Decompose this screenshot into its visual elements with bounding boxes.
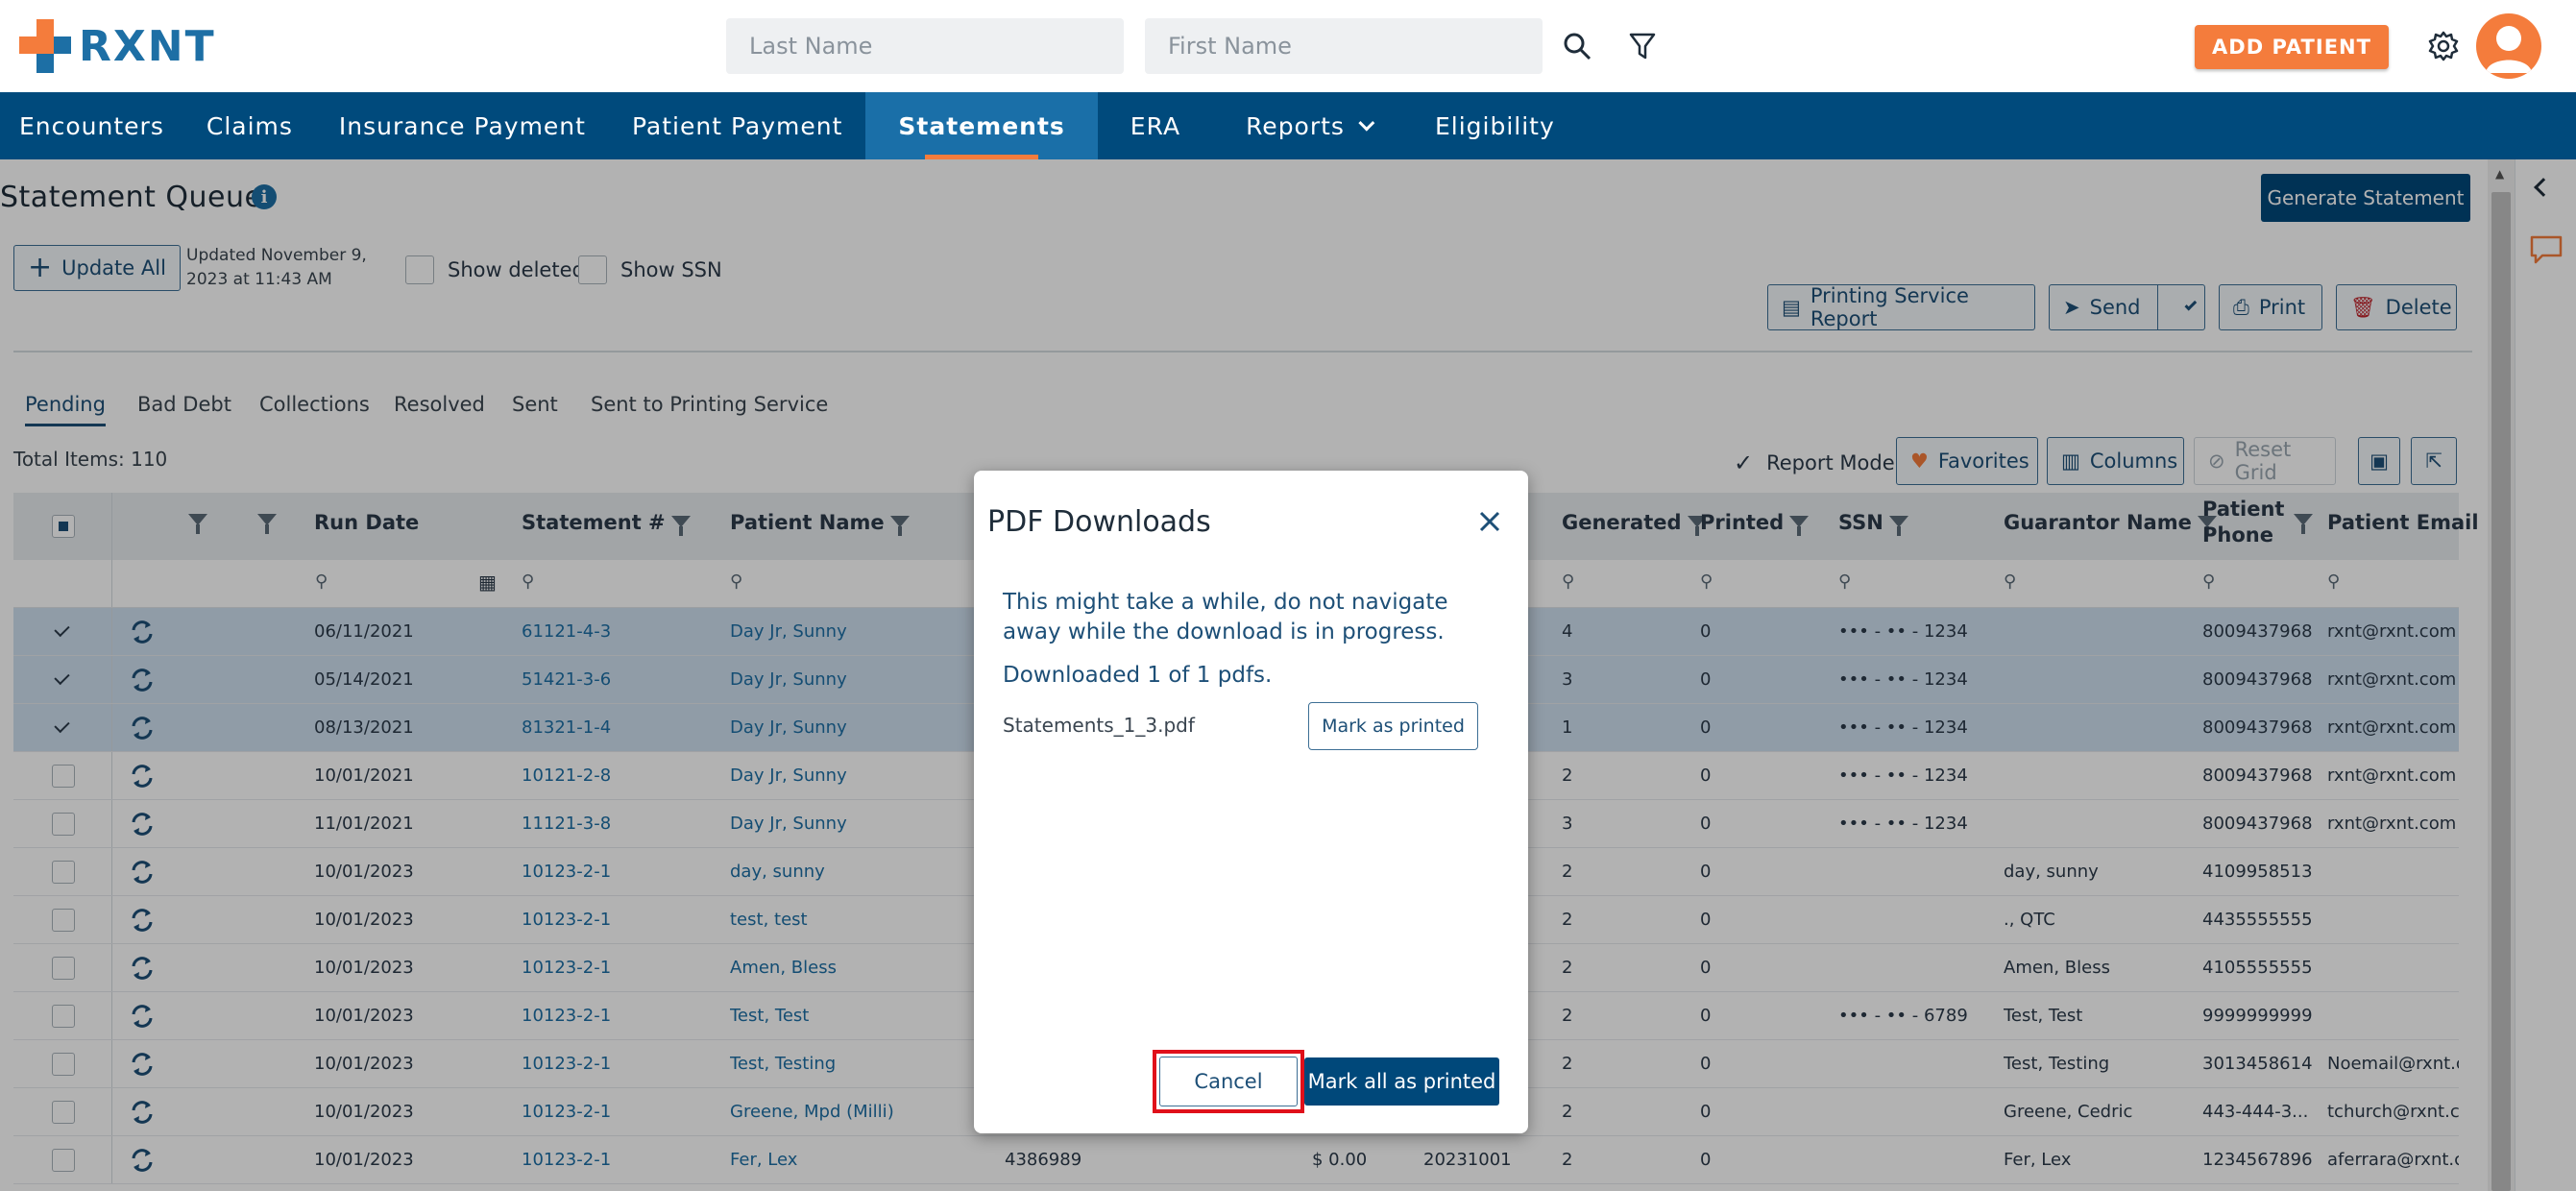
nav-claims[interactable]: Claims <box>183 92 316 159</box>
modal-message: This might take a while, do not navigate… <box>1003 590 1448 644</box>
main-nav: Encounters Claims Insurance Payment Pati… <box>0 92 2576 159</box>
nav-insurance-payment[interactable]: Insurance Payment <box>316 92 609 159</box>
nav-patient-payment[interactable]: Patient Payment <box>609 92 865 159</box>
nav-encounters[interactable]: Encounters <box>0 92 183 159</box>
download-progress: Downloaded 1 of 1 pdfs. <box>1003 663 1273 688</box>
nav-statements[interactable]: Statements <box>865 92 1098 159</box>
last-name-input[interactable] <box>726 18 1124 74</box>
add-patient-button[interactable]: ADD PATIENT <box>2195 25 2389 69</box>
logo-text: RXNT <box>79 21 216 71</box>
cancel-button[interactable]: Cancel <box>1159 1057 1298 1106</box>
top-bar: RXNT ADD PATIENT <box>0 0 2576 92</box>
filter-icon[interactable] <box>1621 25 1664 67</box>
logo-cross-icon <box>19 19 71 73</box>
search-icon[interactable] <box>1556 25 1598 67</box>
chevron-down-icon <box>1358 114 1375 132</box>
nav-era[interactable]: ERA <box>1098 92 1213 159</box>
pdf-file-name: Statements_1_3.pdf <box>1003 714 1195 737</box>
rxnt-logo[interactable]: RXNT <box>19 19 216 73</box>
pdf-downloads-modal: PDF Downloads This might take a while, d… <box>974 471 1528 1133</box>
gear-icon[interactable] <box>2422 25 2465 67</box>
close-icon[interactable] <box>1473 505 1506 538</box>
mark-as-printed-button[interactable]: Mark as printed <box>1308 702 1478 750</box>
nav-reports-label: Reports <box>1246 111 1345 140</box>
mark-all-as-printed-button[interactable]: Mark all as printed <box>1304 1057 1499 1106</box>
modal-title: PDF Downloads <box>987 505 1211 539</box>
nav-eligibility[interactable]: Eligibility <box>1402 92 1588 159</box>
avatar[interactable] <box>2476 13 2541 79</box>
first-name-input[interactable] <box>1145 18 1543 74</box>
nav-reports[interactable]: Reports <box>1213 92 1402 159</box>
